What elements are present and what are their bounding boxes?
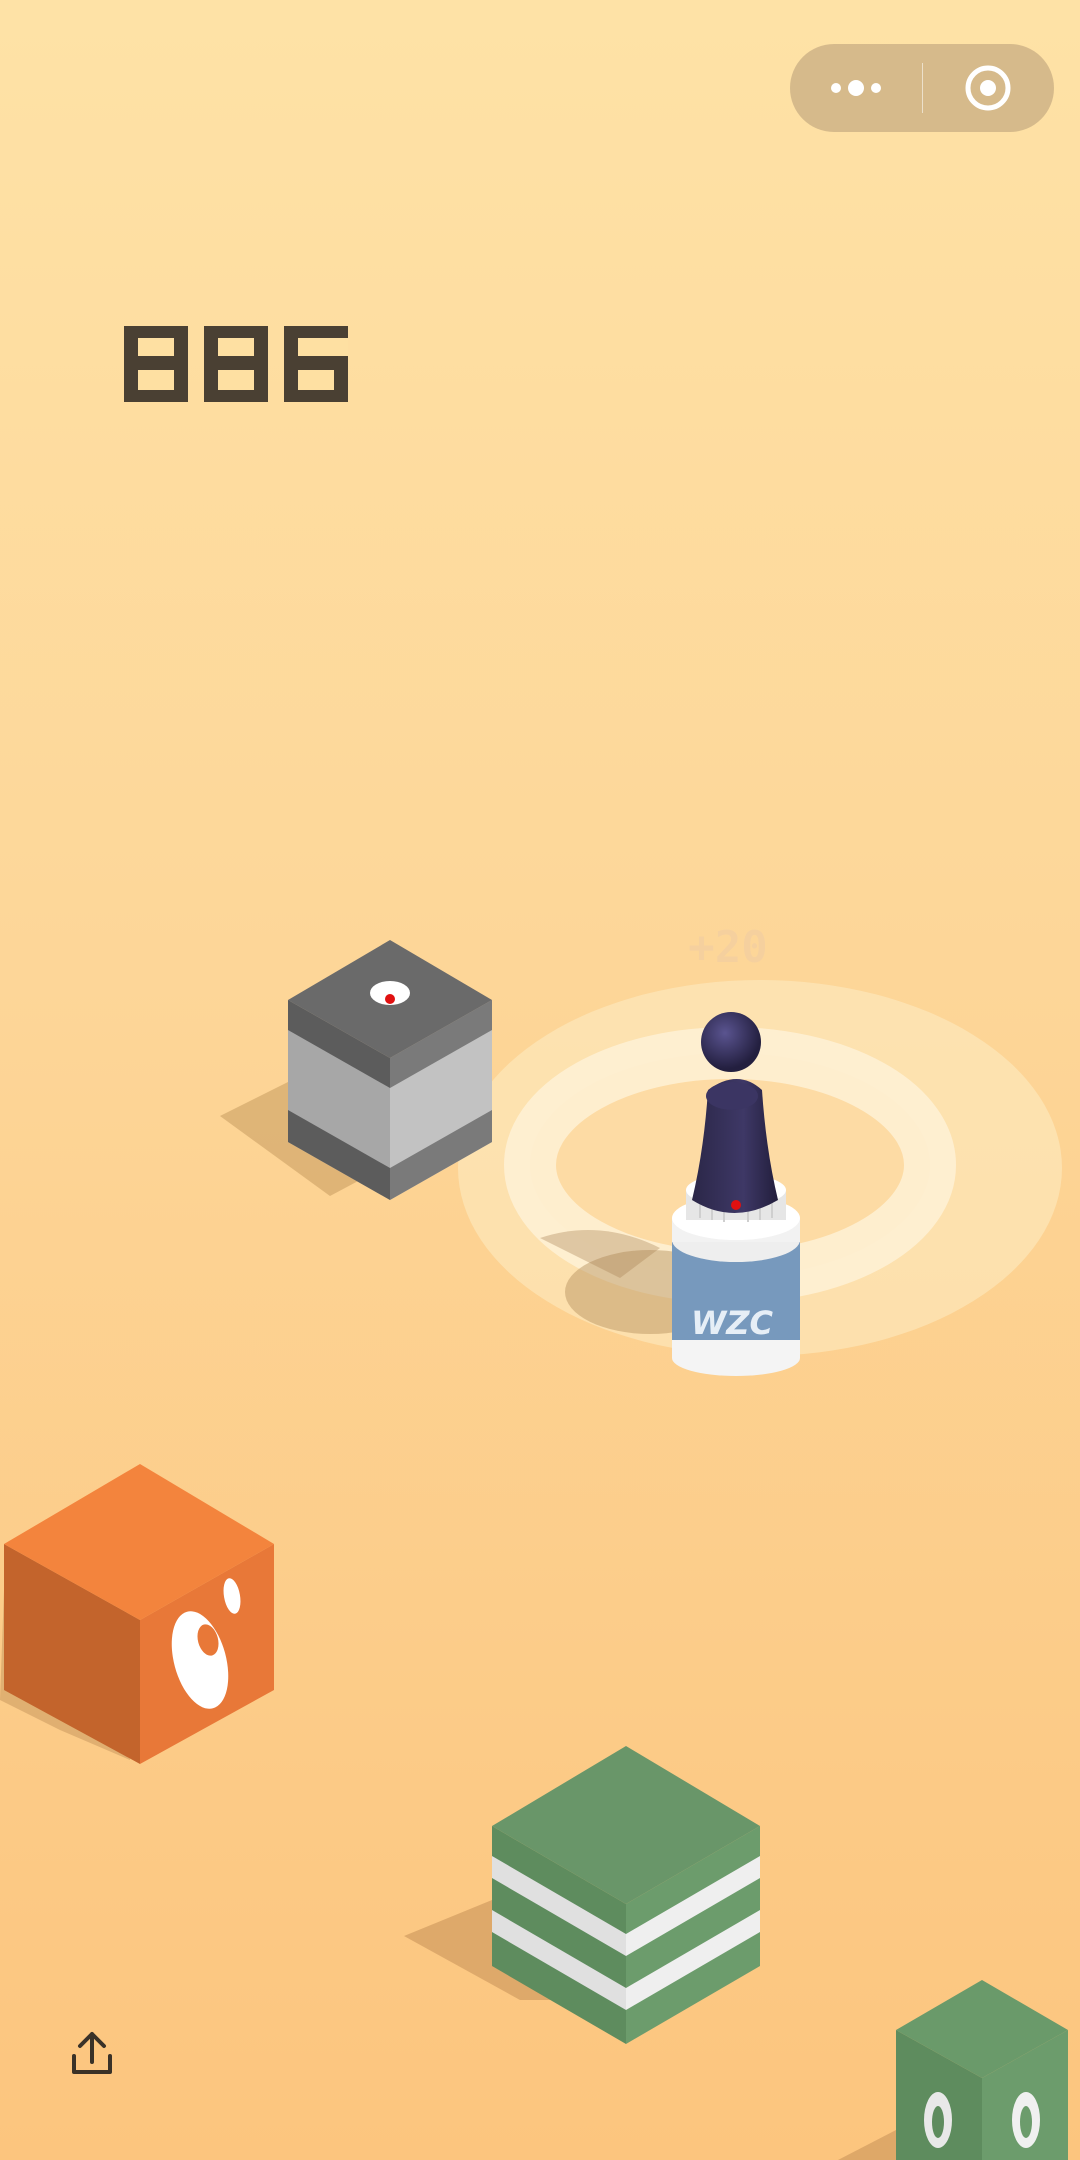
more-button[interactable] <box>790 44 922 132</box>
orange-cube-platform <box>0 1464 274 1764</box>
gray-cube-platform <box>220 940 492 1200</box>
bottle-label: WZC <box>691 1304 774 1342</box>
next-green-cube-platform <box>838 1980 1068 2160</box>
share-button[interactable] <box>66 2028 118 2080</box>
close-button[interactable] <box>923 44 1055 132</box>
more-dots-icon <box>830 80 881 96</box>
target-close-icon <box>965 65 1011 111</box>
green-striped-cube-platform <box>404 1746 760 2044</box>
bonus-popup: +20 <box>688 922 767 973</box>
score-display: 886 <box>120 316 380 416</box>
share-upload-icon <box>72 2032 112 2074</box>
mini-program-capsule <box>790 44 1054 132</box>
score-digits <box>124 326 348 402</box>
